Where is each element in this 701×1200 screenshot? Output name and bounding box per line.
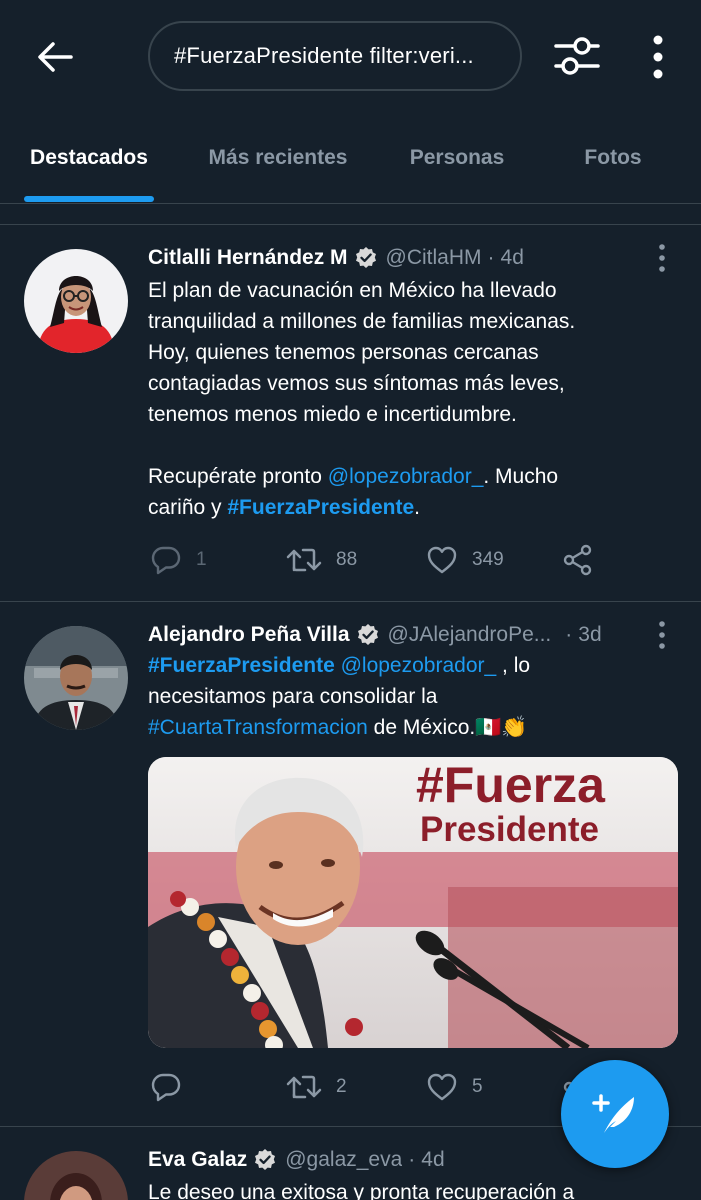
verified-badge-icon [355, 247, 376, 268]
tweet-header: Eva Galaz @galaz_eva · 4d [148, 1144, 445, 1176]
separator-dot: · [487, 246, 495, 269]
tweet-text: El plan de vacunación en México ha lleva… [148, 275, 668, 523]
text-segment: de México.🇲🇽👏 [367, 716, 528, 739]
back-button[interactable] [30, 32, 80, 82]
tweet-time: 3d [578, 623, 602, 646]
tweet-card[interactable]: Citlalli Hernández M @CitlaHM · 4d El pl… [0, 225, 701, 601]
text-line: cariño y #FuerzaPresidente. [148, 492, 668, 523]
retweet-button[interactable]: 2 [286, 1067, 347, 1107]
tweet-text: Le deseo una exitosa y pronta recuperaci… [148, 1177, 668, 1200]
like-heart-icon [427, 1073, 457, 1101]
avatar-photo [24, 1151, 128, 1200]
author-name[interactable]: Alejandro Peña Villa [148, 623, 350, 647]
author-handle: @galaz_eva [285, 1148, 403, 1171]
tab-mas-recientes[interactable]: Más recientes [188, 112, 368, 204]
search-query: #FuerzaPresidente filter:veri... [174, 43, 474, 68]
reply-icon [151, 1073, 181, 1102]
author-handle: @CitlaHM [385, 246, 482, 269]
like-count: 5 [472, 1076, 483, 1097]
tab-personas[interactable]: Personas [390, 112, 524, 204]
more-options-button[interactable] [638, 32, 678, 82]
tweet-header: Alejandro Peña Villa @JAlejandroPe... · … [148, 619, 602, 651]
verified-badge-icon [357, 624, 378, 645]
search-tabs: Destacados Más recientes Personas Fotos [0, 112, 701, 204]
reply-count: 1 [196, 549, 207, 570]
reply-icon [151, 546, 181, 575]
tweet-media-image[interactable]: #Fuerza Presidente [148, 757, 678, 1048]
hashtag-link[interactable]: #CuartaTransformacion [148, 716, 368, 739]
more-vertical-icon [659, 244, 665, 272]
text-line: contagiadas vemos sus síntomas más leves… [148, 372, 565, 395]
text-segment: . [414, 496, 420, 519]
text-segment: , lo [496, 654, 531, 677]
retweet-count: 2 [336, 1076, 347, 1097]
tweet-actions: 1 88 349 [148, 540, 648, 580]
like-heart-icon [427, 546, 457, 574]
media-photo: #Fuerza Presidente [148, 757, 678, 1048]
more-vertical-icon [659, 621, 665, 649]
mention-link[interactable]: @lopezobrador_ [341, 654, 497, 677]
separator-dot: · [408, 1148, 416, 1171]
avatar[interactable] [24, 249, 128, 353]
separator-dot: · [565, 623, 573, 646]
share-button[interactable] [562, 540, 594, 580]
text-line: tenemos menos miedo e incertidumbre. [148, 403, 517, 426]
text-line: El plan de vacunación en México ha lleva… [148, 279, 557, 302]
reply-button[interactable] [150, 1067, 182, 1107]
text-segment: cariño y [148, 496, 228, 519]
text-line: #FuerzaPresidente @lopezobrador_ , lo [148, 650, 668, 681]
tweet-time: 4d [500, 246, 524, 269]
search-input[interactable]: #FuerzaPresidente filter:veri... [148, 21, 522, 91]
text-line: #CuartaTransformacion de México.🇲🇽👏 [148, 712, 668, 743]
text-line: Le deseo una exitosa y pronta recuperaci… [148, 1181, 575, 1200]
media-title-line2: Presidente [420, 810, 599, 849]
text-line: Recupérate pronto @lopezobrador_. Mucho [148, 461, 668, 492]
text-line: Hoy, quienes tenemos personas cercanas [148, 341, 539, 364]
tab-fotos[interactable]: Fotos [556, 112, 670, 204]
top-app-bar: #FuerzaPresidente filter:veri... [0, 0, 701, 112]
tweet-more-button[interactable] [650, 620, 674, 650]
tweet-header: Citlalli Hernández M @CitlaHM · 4d [148, 242, 524, 274]
text-line: tranquilidad a millones de familias mexi… [148, 310, 576, 333]
back-arrow-icon [38, 42, 73, 72]
avatar-photo [24, 249, 128, 353]
author-name[interactable]: Eva Galaz [148, 1148, 247, 1172]
retweet-button[interactable]: 88 [286, 540, 357, 580]
avatar[interactable] [24, 626, 128, 730]
verified-badge-icon [255, 1149, 276, 1170]
tab-destacados[interactable]: Destacados [12, 112, 166, 204]
text-segment: . Mucho [483, 465, 559, 488]
reply-button[interactable]: 1 [150, 540, 207, 580]
author-name[interactable]: Citlalli Hernández M [148, 246, 348, 270]
mention-link[interactable]: @lopezobrador_ [328, 465, 484, 488]
tweet-text: #FuerzaPresidente @lopezobrador_ , lo ne… [148, 650, 668, 743]
like-button[interactable]: 349 [426, 540, 504, 580]
hashtag-link[interactable]: #FuerzaPresidente [227, 496, 414, 519]
retweet-icon [286, 1075, 322, 1099]
active-tab-indicator [24, 196, 154, 202]
author-handle: @JAlejandroPe... [387, 623, 552, 646]
like-button[interactable]: 5 [426, 1067, 483, 1107]
more-vertical-icon [653, 35, 663, 79]
tweet-more-button[interactable] [650, 243, 674, 273]
like-count: 349 [472, 549, 504, 570]
text-segment: Recupérate pronto [148, 465, 328, 488]
media-title-line1: #Fuerza [416, 757, 606, 813]
avatar[interactable] [24, 1151, 128, 1200]
tweet-time: 4d [421, 1148, 445, 1171]
avatar-photo [24, 626, 128, 730]
retweet-icon [286, 548, 322, 572]
retweet-count: 88 [336, 549, 358, 570]
compose-tweet-button[interactable] [561, 1060, 669, 1168]
filter-sliders-icon [554, 37, 600, 75]
compose-tweet-icon [592, 1094, 634, 1133]
share-icon [563, 544, 592, 576]
hashtag-link[interactable]: #FuerzaPresidente [148, 654, 335, 677]
search-filter-button[interactable] [552, 34, 602, 78]
text-line: necesitamos para consolidar la [148, 685, 438, 708]
